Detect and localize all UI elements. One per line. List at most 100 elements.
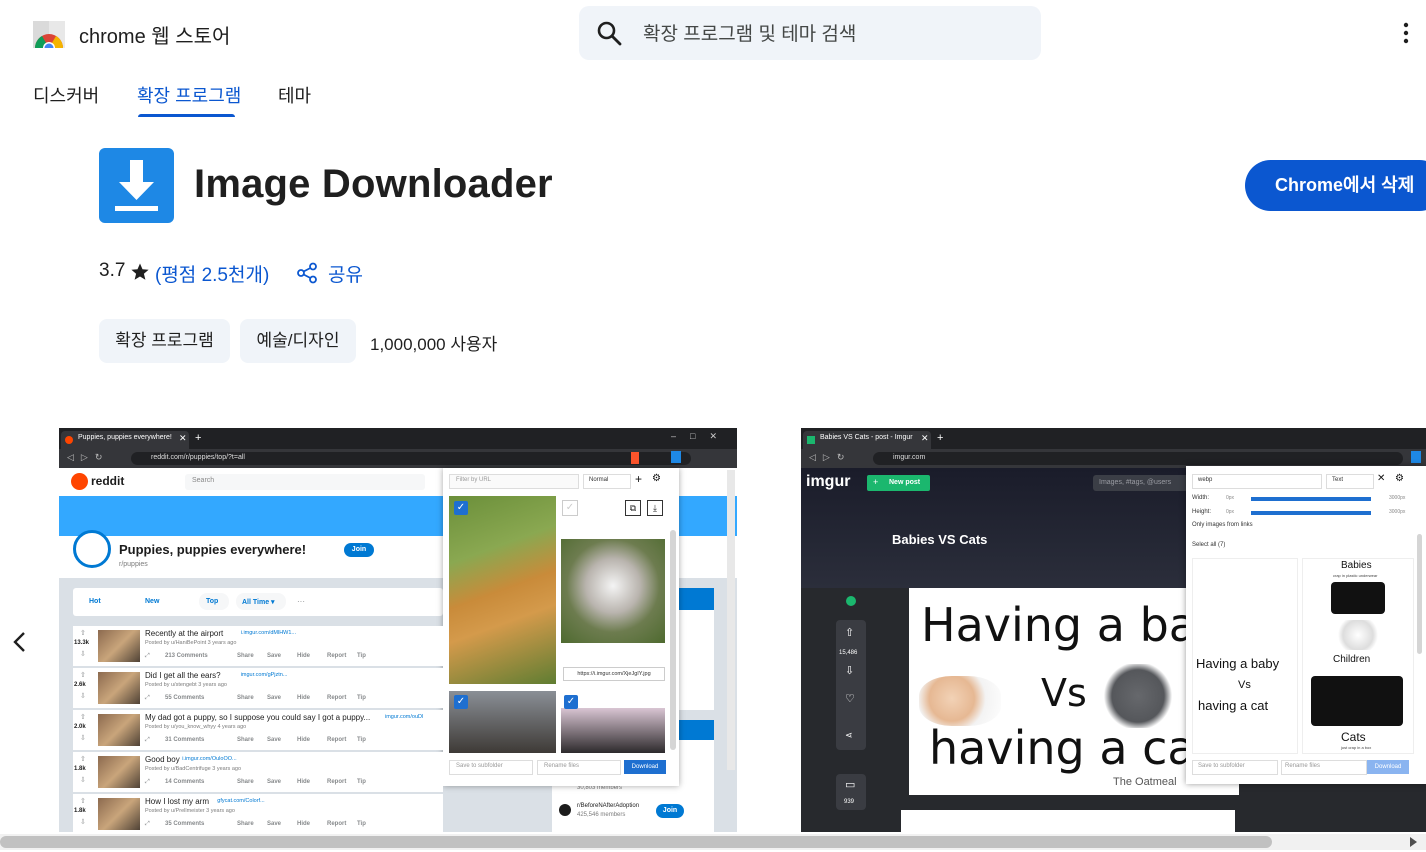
comments-link: 213 Comments: [165, 653, 208, 659]
popup-scrollbar: [1417, 534, 1422, 654]
close-icon: ✕: [921, 433, 929, 443]
thumb-black-box-1: [1331, 582, 1385, 614]
more-vert-icon[interactable]: [1396, 20, 1416, 46]
screenshot-reddit[interactable]: Puppies, puppies everywhere! ✕ + –□✕ ◁▷↻…: [59, 428, 737, 832]
rating-count-link[interactable]: (평점 2.5천개): [155, 260, 269, 287]
search-input-placeholder[interactable]: 확장 프로그램 및 테마 검색: [643, 19, 856, 46]
rename-placeholder: Rename files: [1285, 763, 1321, 769]
height-slider: [1251, 511, 1371, 515]
aussie-puppy-image: [561, 539, 665, 643]
new-post-button: New post: [889, 479, 921, 486]
extension-icon: [99, 148, 174, 223]
rename-placeholder: Rename files: [544, 763, 580, 769]
extension-toolbar-icon: [671, 451, 681, 463]
chrome-logo-icon[interactable]: [31, 17, 67, 50]
thumb-children-title: Children: [1333, 654, 1371, 665]
thumb-comic-line-1: Having a baby: [1196, 656, 1280, 671]
post-action: Save: [267, 695, 282, 701]
download-button: Download: [624, 760, 666, 774]
horizontal-scrollbar-thumb[interactable]: [0, 836, 1272, 848]
post-action: Save: [267, 779, 282, 785]
post-title: Babies VS Cats: [892, 532, 988, 547]
vote-count: 13.3k: [74, 640, 90, 646]
comic-vs: Vs: [1041, 671, 1087, 715]
imgur-search-placeholder: Images, #tags, @users: [1099, 479, 1172, 486]
sort-all-time: All Time ▾: [242, 599, 275, 606]
post-action: Tip: [357, 695, 366, 701]
checkbox-checked-icon: ✓: [454, 695, 468, 709]
comments-link: 35 Comments: [165, 821, 205, 827]
filter-mode-value: Text: [1332, 477, 1344, 483]
post-action: Save: [267, 653, 282, 659]
remove-from-chrome-button[interactable]: Chrome에서 삭제: [1245, 160, 1426, 211]
post-thumbnail: [98, 756, 140, 788]
open-image-icon: ⧉: [625, 500, 641, 516]
post-meta: Posted by u/BadCentrifuge 3 years ago: [145, 766, 242, 772]
post-action: Hide: [297, 695, 311, 701]
thumb-black-box-2: [1311, 676, 1403, 726]
download-arrow-icon: [115, 160, 158, 211]
chevron-left-icon[interactable]: [10, 630, 28, 654]
download-button: Download: [1367, 760, 1409, 774]
browser-tab-title: Puppies, puppies everywhere!: [78, 434, 172, 441]
share-icon: ⋖: [845, 730, 853, 740]
page-scrollbar: [727, 470, 735, 770]
filter-mode-value: Normal: [589, 477, 609, 483]
next-image: [901, 810, 1235, 832]
height-min: 0px: [1226, 509, 1235, 515]
downvote-icon: ⇩: [845, 665, 855, 677]
checkbox-checked-icon: ✓: [454, 501, 468, 515]
category-chip-art-design[interactable]: 예술/디자인: [240, 319, 356, 363]
post-action: Share: [237, 821, 254, 827]
post-action: Share: [237, 779, 254, 785]
expand-icon: ⤢: [145, 821, 150, 827]
nav-buttons: ◁▷↻: [809, 452, 852, 462]
post-action: Hide: [297, 737, 311, 743]
post-domain: i.imgur.com/OuloOO...: [182, 756, 237, 762]
new-tab-icon: +: [937, 432, 944, 444]
upvote-icon: ⇧: [80, 756, 86, 763]
subreddit-name: r/puppies: [119, 561, 148, 568]
reddit-favicon-icon: [65, 436, 73, 444]
post-thumbnail: [98, 714, 140, 746]
scroll-right-icon[interactable]: [1406, 835, 1420, 849]
tab-extensions[interactable]: 확장 프로그램: [137, 82, 241, 108]
address-url: reddit.com/r/puppies/top/?t=all: [151, 454, 245, 461]
community-join-button: Join: [656, 804, 684, 818]
comic-signature: The Oatmeal: [1113, 776, 1177, 788]
category-chip-extensions[interactable]: 확장 프로그램: [99, 319, 230, 363]
vote-count: 1.8k: [74, 766, 86, 772]
expand-icon: ⤢: [145, 737, 150, 743]
width-min: 0px: [1226, 495, 1235, 501]
baby-drawing: [919, 676, 1001, 726]
tab-themes[interactable]: 테마: [278, 82, 311, 108]
thumb-babies-title: Babies: [1341, 560, 1372, 571]
community-paw-icon: [559, 804, 571, 816]
screenshot-imgur[interactable]: Babies VS Cats - post - Imgur ✕ + ◁▷↻ im…: [801, 428, 1426, 832]
cat-drawing: [1103, 664, 1173, 728]
comic-line-1: Having a bab: [921, 598, 1227, 652]
share-icon[interactable]: [296, 262, 318, 284]
post-domain: imgur.com/gPjztn...: [240, 672, 288, 678]
address-url: imgur.com: [893, 454, 926, 461]
checkbox-unchecked-icon: ✓: [562, 500, 578, 516]
filter-url-placeholder: Filter by URL: [456, 477, 492, 483]
comments-link: 14 Comments: [165, 779, 205, 785]
post-action: Tip: [357, 779, 366, 785]
new-tab-icon: +: [195, 432, 202, 444]
post-meta: Posted by u/Prellmeister 3 years ago: [145, 808, 235, 814]
community-name: r/BeforeNAfterAdoption: [577, 803, 640, 809]
subreddit-join-button: Join: [344, 543, 374, 557]
post-thumbnail: [98, 798, 140, 830]
thumb-cats-sub: just crap in a box: [1341, 745, 1372, 750]
post-action: Share: [237, 695, 254, 701]
favorite-icon: ♡: [845, 693, 855, 705]
post-action: Hide: [297, 779, 311, 785]
reddit-search-placeholder: Search: [192, 477, 215, 484]
checkbox-checked-icon: ✓: [564, 695, 578, 709]
tab-discover[interactable]: 디스커버: [33, 82, 99, 108]
store-name[interactable]: chrome 웹 스토어: [79, 20, 230, 49]
share-link[interactable]: 공유: [328, 260, 363, 287]
plus-icon: +: [873, 477, 879, 487]
post-title: Good boy: [145, 755, 180, 764]
